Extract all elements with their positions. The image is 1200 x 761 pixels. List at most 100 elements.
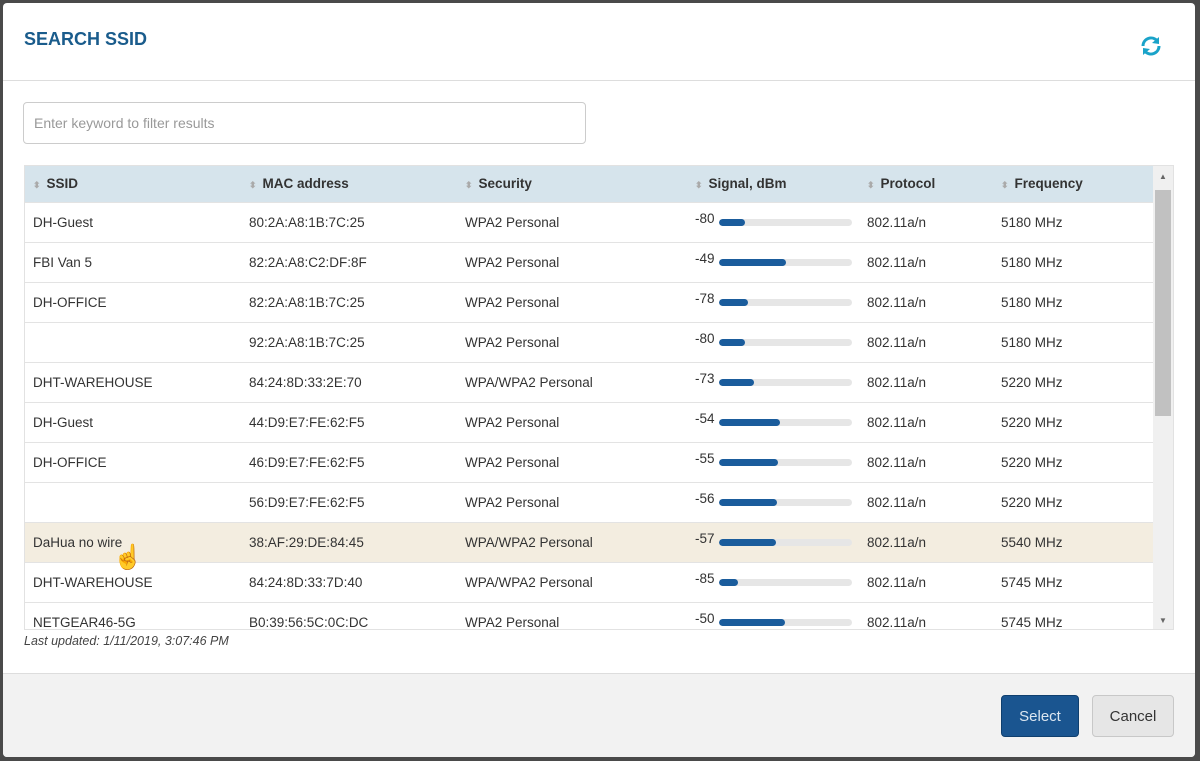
refresh-icon[interactable] bbox=[1139, 34, 1163, 58]
table-row[interactable]: DHT-WAREHOUSE 84:24:8D:33:2E:70 WPA/WPA2 P… bbox=[25, 361, 1154, 402]
mac-cell: 84:24:8D:33:2E:70 bbox=[241, 361, 457, 402]
frequency-cell: 5180 MHz bbox=[993, 201, 1154, 242]
mac-cell: 92:2A:A8:1B:7C:25 bbox=[241, 321, 457, 362]
protocol-cell: 802.11a/n bbox=[859, 401, 993, 442]
signal-bar bbox=[718, 418, 852, 426]
scroll-down-arrow-icon[interactable]: ▼ bbox=[1153, 616, 1173, 625]
dialog-header: SEARCH SSID bbox=[3, 3, 1195, 81]
frequency-cell: 5220 MHz bbox=[993, 481, 1154, 522]
scrollbar-thumb[interactable] bbox=[1155, 190, 1171, 416]
filter-input[interactable] bbox=[23, 102, 586, 144]
table-row[interactable]: DH-Guest 80:2A:A8:1B:7C:25 WPA2 Personal -8… bbox=[25, 201, 1154, 242]
mac-cell: 56:D9:E7:FE:62:F5 bbox=[241, 481, 457, 522]
mac-cell: 38:AF:29:DE:84:45 bbox=[241, 521, 457, 562]
protocol-cell: 802.11a/n bbox=[859, 201, 993, 242]
frequency-cell: 5220 MHz bbox=[993, 401, 1154, 442]
protocol-cell: 802.11a/n bbox=[859, 481, 993, 522]
security-cell: WPA/WPA2 Personal bbox=[457, 361, 687, 402]
signal-cell: -57 bbox=[687, 521, 859, 562]
select-button[interactable]: Select bbox=[1001, 695, 1079, 737]
protocol-cell: 802.11a/n bbox=[859, 521, 993, 562]
protocol-cell: 802.11a/n bbox=[859, 281, 993, 322]
column-label: Security bbox=[478, 176, 532, 192]
signal-cell: -80 bbox=[687, 321, 859, 362]
scroll-up-arrow-icon[interactable]: ▲ bbox=[1153, 172, 1173, 181]
signal-bar-fill bbox=[718, 258, 787, 266]
column-header[interactable]: ⬍ MAC address bbox=[241, 166, 457, 202]
signal-cell: -73 bbox=[687, 361, 859, 402]
protocol-cell: 802.11a/n bbox=[859, 601, 993, 629]
frequency-cell: 5220 MHz bbox=[993, 441, 1154, 482]
frequency-cell: 5180 MHz bbox=[993, 321, 1154, 362]
signal-bar-fill bbox=[718, 458, 779, 466]
signal-cell: -49 bbox=[687, 241, 859, 282]
security-cell: WPA2 Personal bbox=[457, 201, 687, 242]
dialog-footer: Select Cancel bbox=[3, 673, 1195, 757]
last-updated-text: Last updated: 1/11/2019, 3:07:46 PM bbox=[24, 634, 229, 648]
ssid-cell: NETGEAR46-5G bbox=[25, 601, 241, 629]
signal-value: -85 bbox=[695, 570, 715, 586]
signal-value: -73 bbox=[695, 370, 715, 386]
signal-bar bbox=[718, 578, 852, 586]
protocol-cell: 802.11a/n bbox=[859, 321, 993, 362]
column-header[interactable]: ⬍ Protocol bbox=[859, 166, 993, 202]
security-cell: WPA2 Personal bbox=[457, 441, 687, 482]
hand-cursor-icon: ☝ bbox=[113, 544, 143, 571]
signal-bar-fill bbox=[718, 218, 746, 226]
signal-bar-fill bbox=[718, 498, 778, 506]
table-row[interactable]: NETGEAR46-5G B0:39:56:5C:0C:DC WPA2 Person… bbox=[25, 601, 1154, 629]
signal-bar bbox=[718, 458, 852, 466]
table-row[interactable]: DHT-WAREHOUSE 84:24:8D:33:7D:40 WPA/WPA2 P… bbox=[25, 561, 1154, 602]
signal-value: -80 bbox=[695, 330, 715, 346]
column-header[interactable]: ⬍ Signal, dBm bbox=[687, 166, 859, 202]
signal-cell: -55 bbox=[687, 441, 859, 482]
table-row[interactable]: DaHua no wire 38:AF:29:DE:84:45 WPA/WPA2 P… bbox=[25, 521, 1154, 562]
table-row[interactable]: 92:2A:A8:1B:7C:25 WPA2 Personal -80 802.11a… bbox=[25, 321, 1154, 362]
column-header[interactable]: ⬍ Security bbox=[457, 166, 687, 202]
signal-value: -54 bbox=[695, 410, 715, 426]
signal-bar-fill bbox=[718, 298, 748, 306]
frequency-cell: 5745 MHz bbox=[993, 561, 1154, 602]
ssid-cell: DH-OFFICE bbox=[25, 281, 241, 322]
column-label: Signal, dBm bbox=[708, 176, 787, 192]
cancel-button[interactable]: Cancel bbox=[1092, 695, 1174, 737]
signal-bar bbox=[718, 298, 852, 306]
frequency-cell: 5745 MHz bbox=[993, 601, 1154, 629]
security-cell: WPA2 Personal bbox=[457, 481, 687, 522]
scrollbar[interactable]: ▲ ▼ bbox=[1153, 166, 1173, 629]
table-row[interactable]: DH-Guest 44:D9:E7:FE:62:F5 WPA2 Personal -5… bbox=[25, 401, 1154, 442]
signal-value: -49 bbox=[695, 250, 715, 266]
ssid-cell: DH-Guest bbox=[25, 401, 241, 442]
security-cell: WPA/WPA2 Personal bbox=[457, 561, 687, 602]
signal-value: -55 bbox=[695, 450, 715, 466]
security-cell: WPA2 Personal bbox=[457, 321, 687, 362]
signal-bar-fill bbox=[718, 618, 786, 626]
dialog-title: SEARCH SSID bbox=[24, 29, 148, 49]
table-row[interactable]: DH-OFFICE 46:D9:E7:FE:62:F5 WPA2 Personal -… bbox=[25, 441, 1154, 482]
frequency-cell: 5180 MHz bbox=[993, 281, 1154, 322]
ssid-cell: DHT-WAREHOUSE bbox=[25, 361, 241, 402]
signal-value: -56 bbox=[695, 490, 715, 506]
column-label: MAC address bbox=[262, 176, 349, 192]
sort-icon: ⬍ bbox=[1001, 180, 1009, 191]
signal-value: -80 bbox=[695, 210, 715, 226]
frequency-cell: 5180 MHz bbox=[993, 241, 1154, 282]
search-ssid-dialog: SEARCH SSID ⬍ SSID ⬍ MAC address ⬍ Security ⬍ S… bbox=[3, 3, 1195, 757]
column-header[interactable]: ⬍ SSID bbox=[25, 166, 241, 202]
table-row[interactable]: FBI Van 5 82:2A:A8:C2:DF:8F WPA2 Personal -… bbox=[25, 241, 1154, 282]
sort-icon: ⬍ bbox=[695, 180, 703, 191]
ssid-cell bbox=[25, 481, 241, 522]
column-header[interactable]: ⬍ Frequency bbox=[993, 166, 1154, 202]
signal-bar-fill bbox=[718, 378, 755, 386]
mac-cell: B0:39:56:5C:0C:DC bbox=[241, 601, 457, 629]
signal-bar bbox=[718, 218, 852, 226]
signal-bar bbox=[718, 258, 852, 266]
table-row[interactable]: DH-OFFICE 82:2A:A8:1B:7C:25 WPA2 Personal -… bbox=[25, 281, 1154, 322]
frequency-cell: 5540 MHz bbox=[993, 521, 1154, 562]
security-cell: WPA2 Personal bbox=[457, 401, 687, 442]
signal-value: -78 bbox=[695, 290, 715, 306]
signal-bar bbox=[718, 618, 852, 626]
protocol-cell: 802.11a/n bbox=[859, 561, 993, 602]
table-row[interactable]: 56:D9:E7:FE:62:F5 WPA2 Personal -56 802.11a… bbox=[25, 481, 1154, 522]
signal-cell: -80 bbox=[687, 201, 859, 242]
